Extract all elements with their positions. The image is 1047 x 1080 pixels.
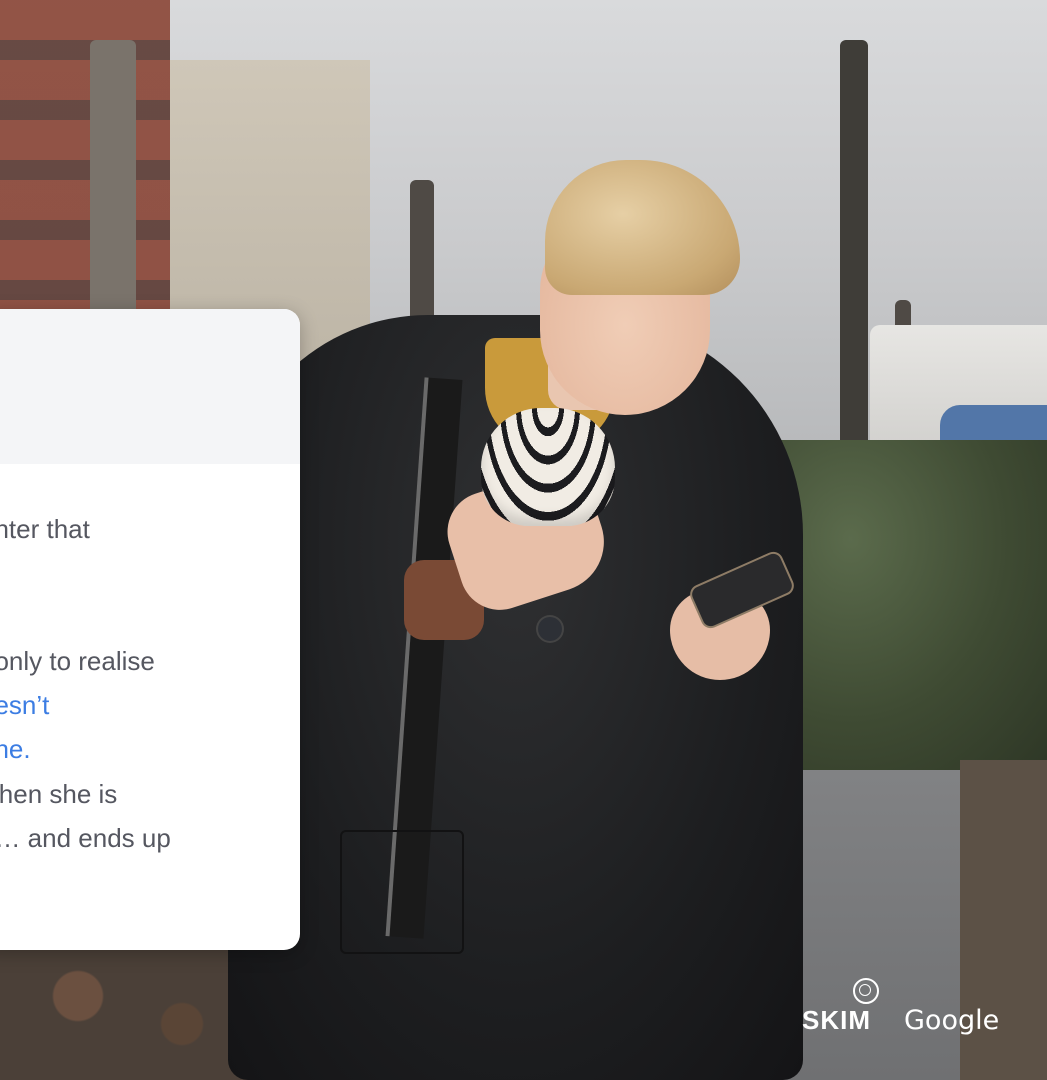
baby-striped-hat: [481, 408, 615, 526]
card-line: n… and ends up: [0, 823, 171, 853]
skim-logo: SKIM: [802, 1005, 871, 1035]
card-line: enter that: [0, 514, 90, 544]
partner-logos: SKIM Google: [800, 975, 1000, 1045]
coat-pocket: [340, 830, 464, 954]
google-logo: Google: [904, 1005, 1000, 1036]
card-highlight-line: oesn’t: [0, 690, 50, 720]
story-card: s. enter that t only to realise oesn’t o…: [0, 309, 300, 950]
card-line: t only to realise: [0, 646, 155, 676]
skim-logo-icon: [853, 978, 879, 1004]
card-line: when she is: [0, 779, 118, 809]
card-highlight-line: one.: [0, 734, 31, 764]
coat-button: [538, 617, 562, 641]
fallen-leaves: [0, 940, 260, 1080]
red-building: [0, 0, 170, 330]
card-header: s.: [0, 309, 300, 464]
